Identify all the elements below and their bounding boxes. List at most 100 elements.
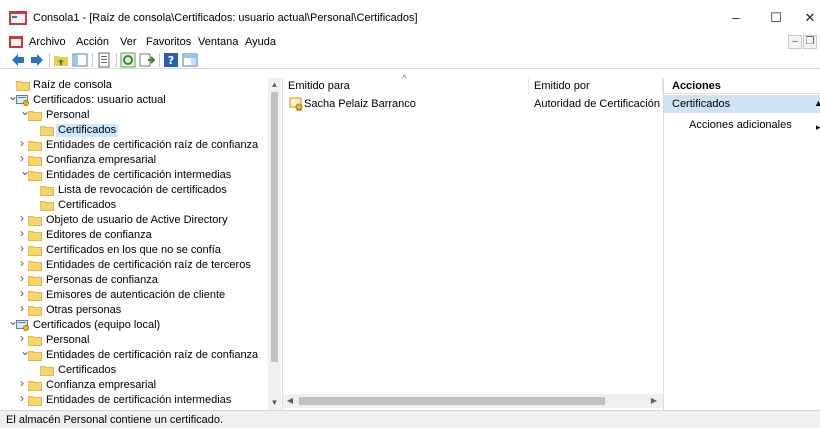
tree-item[interactable]: Certificados (0, 363, 268, 378)
show-hide-action-pane-icon[interactable] (182, 52, 198, 68)
mdi-minimize-button[interactable]: – (788, 35, 802, 49)
folder-icon (28, 246, 42, 256)
tree-item-label: Confianza empresarial (46, 379, 157, 391)
tree-item[interactable]: › Otras personas (0, 302, 268, 318)
column-label-issued-by: Emitido por (534, 80, 590, 92)
tree-item[interactable]: › Objeto de usuario de Active Directory (0, 212, 268, 228)
tree-item[interactable]: ⌄ Entidades de certificación raíz de conf… (0, 345, 268, 363)
certificate-store-icon (16, 320, 29, 331)
tree-item[interactable]: › Confianza empresarial (0, 377, 268, 393)
menu-accion[interactable]: Acción (76, 36, 109, 48)
help-icon[interactable]: ? (163, 52, 179, 68)
tree-item-label: Entidades de certificación raíz de terce… (46, 259, 251, 271)
action-more-actions[interactable]: Acciones adicionales (689, 119, 792, 131)
collapsed-chevron-icon[interactable]: › (20, 137, 28, 150)
tree-item[interactable]: › Personas de confianza (0, 272, 268, 288)
folder-icon (28, 111, 42, 121)
submenu-arrow-icon[interactable]: ▸ (816, 122, 820, 133)
tree-item[interactable]: › Entidades de certificación intermedias (0, 392, 268, 408)
tree-item-label: Personal (46, 334, 90, 346)
actions-pane: Acciones Certificados ▲ Acciones adicion… (663, 78, 820, 410)
table-row[interactable]: Sacha Pelaiz Barranco Autoridad de Certi… (283, 96, 661, 112)
collapsed-chevron-icon[interactable]: › (20, 392, 28, 405)
tree-item[interactable]: ⌄ Personal (0, 105, 268, 123)
export-list-icon[interactable] (139, 52, 155, 68)
scroll-up-arrow-icon[interactable]: ▲ (268, 80, 281, 90)
expanded-chevron-icon[interactable]: ⌄ (8, 315, 18, 328)
tree-item[interactable]: ⌄ Certificados (equipo local) (0, 315, 268, 333)
forward-icon[interactable] (29, 52, 45, 68)
scroll-left-arrow-icon[interactable]: ◀ (286, 396, 294, 406)
tree-item-label: Objeto de usuario de Active Directory (46, 214, 228, 226)
cell-issued-to: Sacha Pelaiz Barranco (304, 98, 416, 110)
tree-item[interactable]: ⌄ Certificados: usuario actual (0, 90, 268, 108)
folder-icon (40, 201, 54, 211)
tree-item-label: Certificados (58, 199, 117, 211)
refresh-icon[interactable] (120, 52, 136, 68)
tree-item[interactable]: › Confianza empresarial (0, 152, 268, 168)
tree-scroll-thumb[interactable] (271, 92, 278, 362)
expanded-chevron-icon[interactable]: ⌄ (20, 345, 30, 358)
menu-ver[interactable]: Ver (120, 36, 137, 48)
menu-ventana[interactable]: Ventana (198, 36, 238, 48)
tree-item[interactable]: Certificados (0, 198, 268, 213)
tree-item[interactable]: Raíz de consola (0, 78, 268, 93)
tree-item-label: Entidades de certificación intermedias (46, 394, 232, 406)
tree-item-label: Personas de confianza (46, 274, 158, 286)
tree-item-label-selected: Certificados (56, 124, 119, 137)
column-header-issued-by[interactable]: Emitido por (529, 78, 663, 94)
list-scroll-thumb[interactable] (299, 397, 605, 405)
collapsed-chevron-icon[interactable]: › (20, 287, 28, 300)
collapse-arrow-icon[interactable]: ▲ (814, 98, 820, 108)
show-hide-tree-icon[interactable] (72, 52, 88, 68)
collapsed-chevron-icon[interactable]: › (20, 257, 28, 270)
collapsed-chevron-icon[interactable]: › (20, 212, 28, 225)
scroll-down-arrow-icon[interactable]: ▼ (268, 398, 281, 408)
close-button[interactable]: ✕ (790, 8, 820, 28)
menu-favoritos[interactable]: Favoritos (146, 36, 191, 48)
menu-bar: Archivo Acción Ver Favoritos Ventana Ayu… (0, 34, 820, 51)
tree-item[interactable]: › Emisores de autenticación de cliente (0, 287, 268, 303)
tree-item-label: Entidades de certificación raíz de confi… (46, 349, 259, 361)
tree-item[interactable]: › Entidades de certificación raíz de conf… (0, 137, 268, 153)
actions-header: Acciones (664, 78, 820, 94)
sort-indicator-icon: ^ (402, 74, 407, 85)
folder-icon (16, 81, 30, 91)
tree-item[interactable]: Lista de revocación de certificados (0, 183, 268, 198)
collapsed-chevron-icon[interactable]: › (20, 272, 28, 285)
tree-item-label: Otras personas (46, 304, 122, 316)
scroll-right-arrow-icon[interactable]: ▶ (650, 396, 658, 406)
tree-vertical-scrollbar[interactable]: ▲ ▼ (268, 78, 281, 410)
expanded-chevron-icon[interactable]: ⌄ (8, 90, 18, 103)
tree-item[interactable]: ⌄ Entidades de certificación intermedias (0, 165, 268, 183)
tree-item-label: Entidades de certificación raíz de confi… (46, 139, 259, 151)
list-horizontal-scrollbar[interactable]: ◀ ▶ (283, 394, 663, 408)
actions-section-label: Certificados (672, 98, 731, 110)
minimize-button[interactable]: – (716, 8, 756, 28)
tree-item[interactable]: Certificados (0, 123, 268, 138)
tree-item[interactable]: › Editores de confianza (0, 227, 268, 243)
actions-section-certificados[interactable]: Certificados ▲ (664, 95, 820, 113)
folder-icon (28, 396, 42, 406)
collapsed-chevron-icon[interactable]: › (20, 377, 28, 390)
folder-icon (28, 261, 42, 271)
collapsed-chevron-icon[interactable]: › (20, 242, 28, 255)
cell-issued-by: Autoridad de Certificación DA (534, 98, 661, 110)
console-tree[interactable]: Raíz de consola ⌄ Certificados: usuario ac… (0, 78, 268, 410)
folder-icon (28, 156, 42, 166)
back-icon[interactable] (10, 52, 26, 68)
expanded-chevron-icon[interactable]: ⌄ (20, 165, 30, 178)
collapsed-chevron-icon[interactable]: › (20, 227, 28, 240)
tree-item[interactable]: › Entidades de certificación raíz de terc… (0, 257, 268, 273)
tree-item[interactable]: › Certificados en los que no se confía (0, 242, 268, 258)
expanded-chevron-icon[interactable]: ⌄ (20, 105, 30, 118)
mmc-document-icon[interactable] (9, 36, 23, 48)
menu-ayuda[interactable]: Ayuda (245, 36, 276, 48)
menu-archivo[interactable]: Archivo (29, 36, 66, 48)
properties-icon[interactable] (96, 52, 112, 68)
folder-icon (28, 336, 42, 346)
tree-item[interactable]: › Personal (0, 332, 268, 348)
mdi-restore-button[interactable]: ❐ (803, 35, 817, 49)
up-folder-icon[interactable] (53, 52, 69, 68)
collapsed-chevron-icon[interactable]: › (20, 302, 28, 315)
